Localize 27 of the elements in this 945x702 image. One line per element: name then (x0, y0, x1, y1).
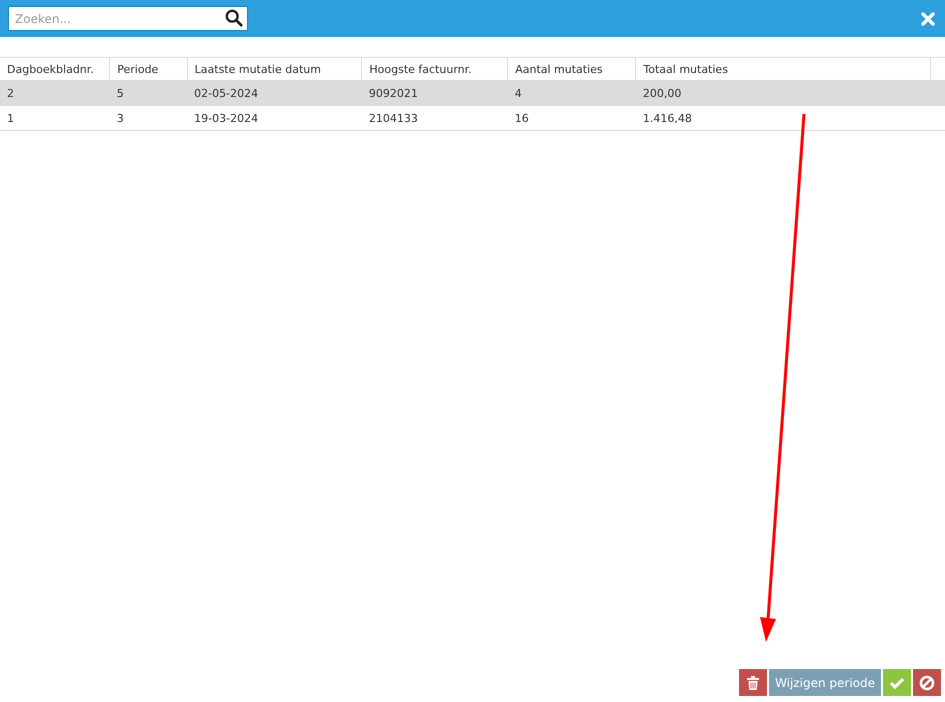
table-row[interactable]: 2 5 02-05-2024 9092021 4 200,00 (0, 80, 945, 106)
column-header[interactable]: Aantal mutaties (508, 58, 636, 80)
checkmark-icon (889, 676, 905, 688)
table-cell: 4 (508, 80, 636, 106)
search-icon[interactable] (225, 9, 243, 27)
column-header[interactable]: Dagboekbladnr. (0, 58, 110, 80)
column-header[interactable]: Hoogste factuurnr. (362, 58, 508, 80)
table-cell: 5 (110, 80, 188, 106)
search-field[interactable]: Zoeken... (8, 6, 248, 31)
table-cell: 2 (0, 80, 110, 106)
table-cell: 16 (508, 106, 636, 130)
column-header[interactable]: Laatste mutatie datum (187, 58, 362, 80)
table-cell: 9092021 (362, 80, 508, 106)
trash-icon (747, 676, 760, 690)
prohibited-icon (919, 674, 935, 690)
table-row[interactable]: 1 3 19-03-2024 2104133 16 1.416,48 (0, 106, 945, 130)
delete-button[interactable] (739, 669, 768, 696)
table-cell: 3 (110, 106, 188, 130)
table-cell: 1 (0, 106, 110, 130)
cancel-button[interactable] (913, 669, 941, 696)
column-header[interactable]: Totaal mutaties (636, 58, 930, 80)
table-cell: 1.416,48 (636, 106, 930, 130)
table-cell: 2104133 (362, 106, 508, 130)
table-cell: 19-03-2024 (187, 106, 362, 130)
table-cell: 02-05-2024 (187, 80, 362, 106)
close-icon[interactable] (921, 12, 935, 26)
table-cell: 200,00 (636, 80, 930, 106)
